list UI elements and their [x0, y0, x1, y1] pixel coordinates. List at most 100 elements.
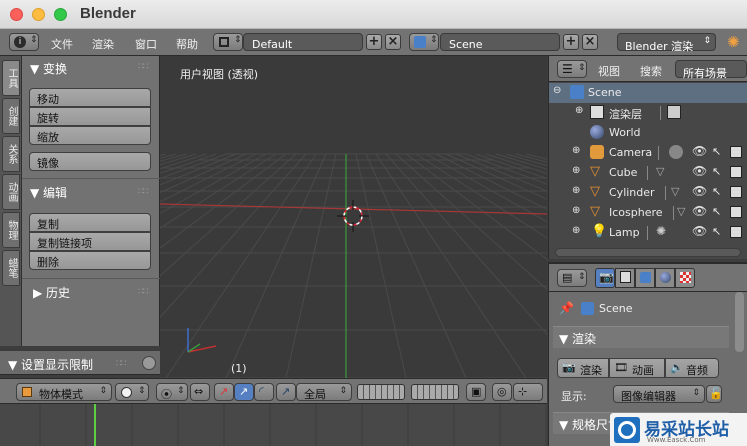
- tab-create[interactable]: 创建: [2, 98, 20, 134]
- rotate-button[interactable]: 旋转: [29, 107, 151, 126]
- add-screen-button[interactable]: +: [366, 34, 382, 50]
- add-scene-button[interactable]: +: [563, 34, 579, 50]
- delete-button[interactable]: 删除: [29, 251, 151, 270]
- display-limits-header[interactable]: ▼ 设置显示限制: [8, 356, 93, 373]
- outliner-row-cylinder[interactable]: ⊕ ▽ Cylinder ▽ 👁 ↖: [549, 183, 747, 203]
- outliner-editor-type-button[interactable]: ☰ ⇕: [557, 60, 587, 78]
- render-layers-context-tab[interactable]: [615, 268, 635, 288]
- outliner-menu-search[interactable]: 搜索: [640, 63, 662, 79]
- duplicate-linked-button[interactable]: 复制链接项: [29, 232, 151, 251]
- scale-manipulator-button[interactable]: ◜: [254, 383, 274, 401]
- eye-icon[interactable]: 👁: [692, 224, 707, 238]
- move-button[interactable]: 移动: [29, 88, 151, 107]
- tab-grease-pencil[interactable]: 蜡笔: [2, 250, 20, 286]
- scene-field[interactable]: Scene: [440, 33, 560, 51]
- panel-grip-icon[interactable]: ∷∷: [138, 62, 149, 72]
- screen-layout-browse-button[interactable]: ⇕: [213, 33, 243, 51]
- tab-physics[interactable]: 物理: [2, 212, 20, 248]
- mirror-button[interactable]: 镜像: [29, 152, 151, 171]
- rotate-manipulator-button[interactable]: ↗: [234, 383, 254, 401]
- minimize-window-button[interactable]: [32, 8, 45, 21]
- expand-icon[interactable]: ⊕: [572, 145, 580, 156]
- viewport-shading-select[interactable]: ⇕: [115, 383, 149, 401]
- zoom-window-button[interactable]: [54, 8, 67, 21]
- tab-tools[interactable]: 工具: [2, 60, 20, 96]
- transform-panel-header[interactable]: ▼ 变换: [30, 60, 67, 77]
- scale-button[interactable]: 缩放: [29, 126, 151, 145]
- panel-grip-icon[interactable]: ∷∷: [138, 287, 149, 297]
- render-animation-button[interactable]: 🎞 动画: [609, 358, 665, 378]
- lock-interface-toggle[interactable]: 🔓: [706, 385, 723, 403]
- render-toggle-icon[interactable]: [730, 206, 742, 218]
- expand-icon[interactable]: ⊕: [572, 185, 580, 196]
- render-context-tab[interactable]: 📷: [595, 268, 615, 288]
- render-toggle-icon[interactable]: [730, 166, 742, 178]
- menu-file[interactable]: 文件: [51, 36, 73, 52]
- texture-context-tab[interactable]: [675, 268, 695, 288]
- layer-buttons-group-2[interactable]: [411, 384, 459, 400]
- history-panel-header[interactable]: ▶ 历史: [33, 284, 70, 301]
- panel-grip-icon[interactable]: ∷∷: [116, 359, 127, 369]
- remove-scene-button[interactable]: ×: [582, 34, 598, 50]
- scene-context-tab[interactable]: [635, 268, 655, 288]
- outliner-menu-view[interactable]: 视图: [598, 63, 620, 79]
- outliner-row-camera[interactable]: ⊕ Camera 👁 ↖: [549, 143, 747, 163]
- edit-panel-header[interactable]: ▼ 编辑: [30, 184, 67, 201]
- collapse-icon[interactable]: ⊖: [553, 85, 561, 96]
- expand-icon[interactable]: ⊕: [572, 225, 580, 236]
- pin-icon[interactable]: 📌: [559, 301, 574, 315]
- outliner-row-scene[interactable]: ⊖ Scene: [549, 83, 747, 103]
- outliner-row-lamp[interactable]: ⊕ 💡 Lamp ✺ 👁 ↖: [549, 223, 747, 243]
- lock-camera-layers-button[interactable]: ▣: [466, 383, 486, 401]
- remove-screen-button[interactable]: ×: [385, 34, 401, 50]
- expand-icon[interactable]: ⊕: [572, 165, 580, 176]
- tab-animation[interactable]: 动画: [2, 174, 20, 210]
- display-mode-select[interactable]: 图像编辑器 ⇕: [613, 385, 705, 403]
- properties-editor-type-button[interactable]: ▤ ⇕: [557, 269, 587, 287]
- mode-select[interactable]: 物体模式 ⇕: [16, 383, 112, 401]
- pivot-point-select[interactable]: ⦿ ⇕: [156, 383, 188, 401]
- scene-browse-button[interactable]: ⇕: [409, 33, 439, 51]
- duplicate-button[interactable]: 复制: [29, 213, 151, 232]
- proportional-edit-button[interactable]: ◎: [492, 383, 512, 401]
- eye-icon[interactable]: 👁: [692, 184, 707, 198]
- outliner-row-icosphere[interactable]: ⊕ ▽ Icosphere ▽ 👁 ↖: [549, 203, 747, 223]
- redo-panel-toggle[interactable]: [142, 356, 156, 370]
- layer-buttons-group-1[interactable]: [357, 384, 405, 400]
- render-image-button[interactable]: 📷 渲染: [557, 358, 609, 378]
- menu-window[interactable]: 窗口: [135, 36, 157, 52]
- menu-render[interactable]: 渲染: [92, 36, 114, 52]
- close-window-button[interactable]: [10, 8, 23, 21]
- render-audio-button[interactable]: 🔈 音频: [665, 358, 719, 378]
- world-context-tab[interactable]: [655, 268, 675, 288]
- tab-relations[interactable]: 关系: [2, 136, 20, 172]
- editor-type-button[interactable]: i ⇕: [9, 33, 39, 51]
- manipulator-toggle[interactable]: ⇔: [190, 383, 210, 401]
- render-panel-header[interactable]: ▼ 渲染: [559, 330, 596, 347]
- snap-toggle[interactable]: ⊹: [513, 383, 543, 401]
- eye-icon[interactable]: 👁: [692, 164, 707, 178]
- outliner-row-world[interactable]: World: [549, 123, 747, 143]
- translate-manipulator-button[interactable]: ↗: [214, 383, 234, 401]
- menu-help[interactable]: 帮助: [176, 36, 198, 52]
- render-toggle-icon[interactable]: [730, 226, 742, 238]
- outliner-scrollbar[interactable]: [555, 248, 741, 257]
- panel-grip-icon[interactable]: ∷∷: [138, 187, 149, 197]
- transform-orientation-button[interactable]: ↗: [276, 383, 296, 401]
- pointer-icon[interactable]: ↖: [712, 225, 721, 238]
- render-toggle-icon[interactable]: [730, 146, 742, 158]
- eye-icon[interactable]: 👁: [692, 204, 707, 218]
- pointer-icon[interactable]: ↖: [712, 205, 721, 218]
- expand-icon[interactable]: ⊕: [572, 205, 580, 216]
- eye-icon[interactable]: 👁: [692, 144, 707, 158]
- timeline[interactable]: [0, 404, 547, 446]
- 3d-viewport[interactable]: 用户视图 (透视) (1): [160, 56, 547, 378]
- outliner-display-mode-select[interactable]: 所有场景: [675, 60, 747, 80]
- pointer-icon[interactable]: ↖: [712, 145, 721, 158]
- outliner-row-cube[interactable]: ⊕ ▽ Cube ▽ 👁 ↖: [549, 163, 747, 183]
- pointer-icon[interactable]: ↖: [712, 165, 721, 178]
- pointer-icon[interactable]: ↖: [712, 185, 721, 198]
- render-engine-select[interactable]: Blender 渲染 ⇕: [617, 33, 716, 53]
- screen-layout-field[interactable]: Default: [243, 33, 363, 51]
- render-toggle-icon[interactable]: [730, 186, 742, 198]
